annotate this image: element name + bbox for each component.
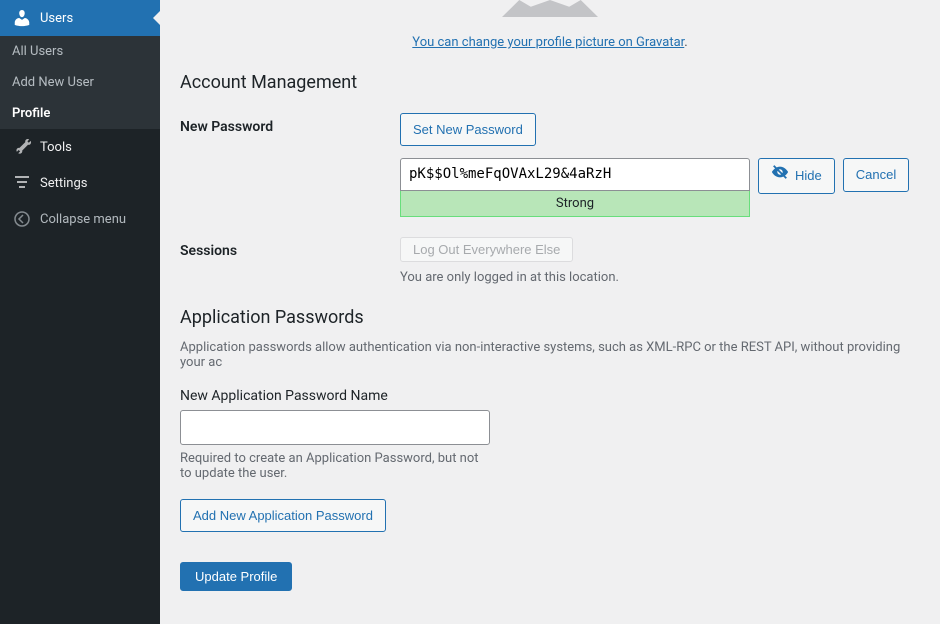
logout-everywhere-button: Log Out Everywhere Else <box>400 237 573 262</box>
gravatar-period: . <box>684 35 687 50</box>
sidebar-item-add-user[interactable]: Add New User <box>0 67 160 98</box>
sidebar-submenu-users: All Users Add New User Profile <box>0 36 160 129</box>
sidebar-item-profile[interactable]: Profile <box>0 98 160 129</box>
new-app-password-hint: Required to create an Application Passwo… <box>180 451 490 481</box>
sidebar-item-tools[interactable]: Tools <box>0 129 160 165</box>
sidebar-item-label: Settings <box>40 176 87 191</box>
update-profile-button[interactable]: Update Profile <box>180 562 292 591</box>
set-new-password-button[interactable]: Set New Password <box>400 113 536 146</box>
application-passwords-heading: Application Passwords <box>180 307 920 328</box>
users-icon <box>12 8 32 28</box>
sidebar-item-settings[interactable]: Settings <box>0 165 160 201</box>
new-password-label: New Password <box>180 113 400 135</box>
sidebar-item-users[interactable]: Users <box>0 0 160 36</box>
sidebar-item-collapse[interactable]: Collapse menu <box>0 201 160 237</box>
new-password-row: New Password Set New Password Strong Hid… <box>180 113 920 217</box>
gravatar-link[interactable]: You can change your profile picture on G… <box>412 35 684 50</box>
new-app-password-name-input[interactable] <box>180 410 490 445</box>
sidebar-item-label: Collapse menu <box>40 212 126 227</box>
sidebar-item-label: Users <box>40 11 73 26</box>
tools-icon <box>12 137 32 157</box>
hide-label: Hide <box>795 164 822 187</box>
new-app-password-name-label: New Application Password Name <box>180 388 920 404</box>
settings-icon <box>12 173 32 193</box>
main-content: You can change your profile picture on G… <box>160 0 940 624</box>
sessions-label: Sessions <box>180 237 400 259</box>
cancel-password-button[interactable]: Cancel <box>843 158 909 191</box>
admin-sidebar: Users All Users Add New User Profile Too… <box>0 0 160 624</box>
new-password-input[interactable] <box>400 158 750 190</box>
add-application-password-button[interactable]: Add New Application Password <box>180 499 386 532</box>
avatar-placeholder <box>400 0 700 17</box>
account-management-heading: Account Management <box>180 72 920 93</box>
eye-slash-icon <box>771 163 789 188</box>
collapse-icon <box>12 209 32 229</box>
sidebar-item-all-users[interactable]: All Users <box>0 36 160 67</box>
application-passwords-desc: Application passwords allow authenticati… <box>180 340 920 370</box>
sidebar-item-label: Tools <box>40 140 72 155</box>
sessions-description: You are only logged in at this location. <box>400 270 920 285</box>
password-strength-meter: Strong <box>400 191 750 217</box>
hide-password-button[interactable]: Hide <box>758 158 835 193</box>
sessions-row: Sessions Log Out Everywhere Else You are… <box>180 237 920 285</box>
